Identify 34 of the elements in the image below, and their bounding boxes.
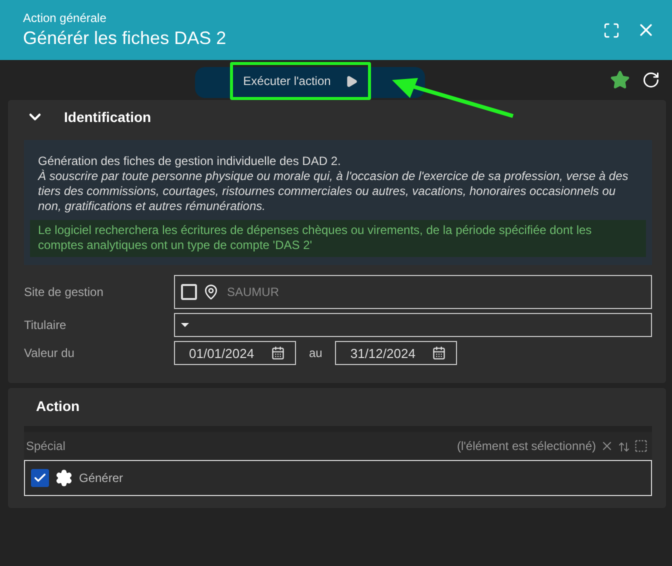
select-field[interactable] (174, 313, 652, 337)
section-title: Action (36, 398, 80, 414)
selection-status: (l'élément est sélectionné) (456, 439, 596, 453)
refresh-icon[interactable] (642, 71, 660, 89)
list-label: Spécial (26, 439, 66, 453)
select-all-icon[interactable] (634, 439, 648, 453)
sort-icon[interactable] (618, 441, 630, 453)
field-label: Site de gestion (24, 285, 104, 299)
checkbox[interactable] (181, 284, 197, 300)
action-item[interactable]: Générer (24, 460, 652, 496)
check-icon (33, 471, 47, 485)
info-note: Le logiciel recherchera les écritures de dépenses chèques ou virements, de la période spécifiée dont les comptes analytiques ont un type de compte 'DAS 2' (30, 220, 646, 257)
fullscreen-button[interactable] (603, 22, 620, 38)
field-label: Titulaire (24, 318, 68, 332)
calendar-icon (271, 346, 285, 360)
item-label: Générer (79, 471, 124, 485)
description-text: Génération des fiches de gestion individuelle des DAD 2. À souscrire par toute personne physique ou morale qui, à l'occasion de l'exercice de sa profession, verse à des tiers des commissions, courtages, ristournes commerciales ou autres, vacations, honoraires occasionnels ou non, gratifications et autres rémunérations. (38, 154, 630, 214)
window-title: Générér les fiches DAS 2 (23, 28, 228, 49)
play-icon (344, 74, 358, 88)
location-pin-icon (203, 284, 219, 300)
date-field[interactable]: 01/01/2024 (174, 341, 296, 365)
date-separator: au (309, 346, 322, 360)
clear-icon[interactable] (600, 439, 614, 453)
date-field[interactable]: 31/12/2024 (335, 341, 458, 365)
window-subtitle: Action générale (23, 11, 108, 25)
checkbox[interactable] (31, 469, 49, 487)
caret-icon (181, 323, 189, 327)
section-title: Identification (64, 109, 152, 125)
field-label: Valeur du (24, 346, 76, 360)
site-field[interactable]: SAUMUR (174, 275, 652, 309)
run-action-button[interactable]: Exécuter l'action (230, 62, 371, 100)
calendar-icon (432, 346, 446, 360)
site-input[interactable]: SAUMUR (225, 284, 645, 300)
favorite-star-icon[interactable] (610, 70, 630, 90)
